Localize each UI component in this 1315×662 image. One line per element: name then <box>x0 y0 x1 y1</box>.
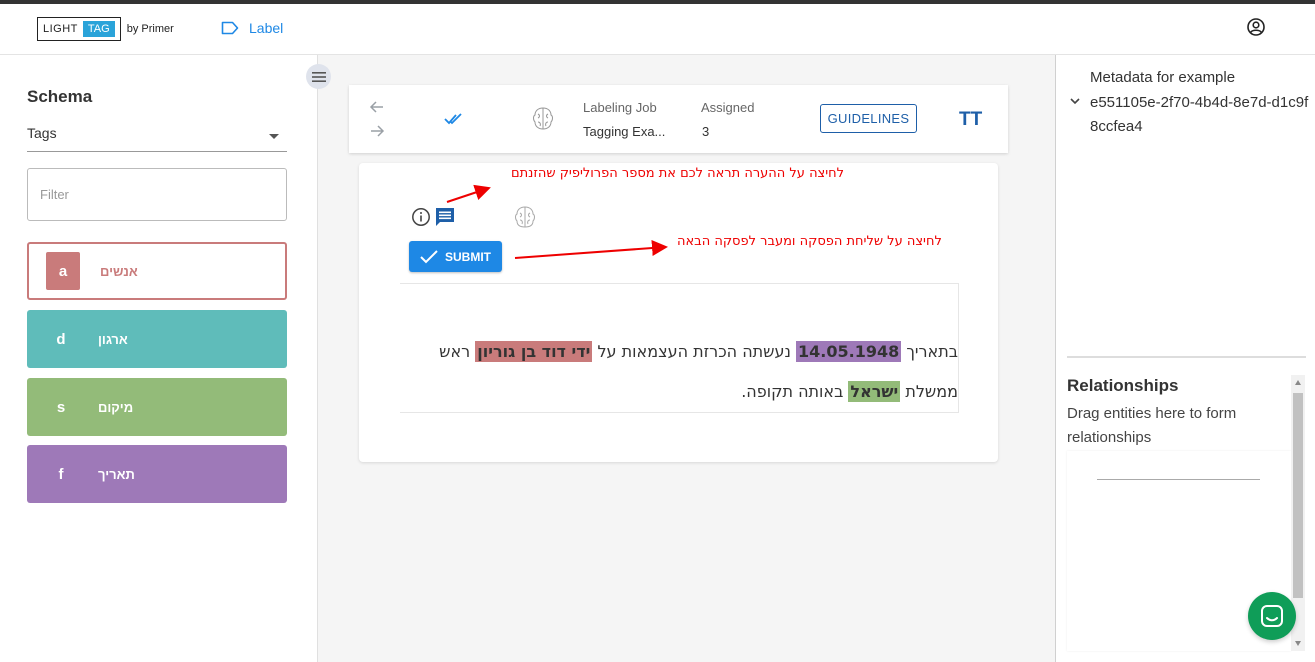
relationships-hint: Drag entities here to form relationships <box>1067 405 1237 446</box>
scroll-down-arrow-icon[interactable] <box>1295 641 1301 646</box>
tag-hotkey: s <box>56 398 66 416</box>
app-bar: LIGHT TAG by Primer Label <box>0 4 1315 55</box>
assigned-count: 3 <box>702 124 710 139</box>
job-toolbar: Labeling Job Tagging Exa... Assigned 3 G… <box>349 85 1008 153</box>
tag-item-date[interactable]: f תאריך <box>27 445 287 503</box>
logo-tag-text: TAG <box>82 21 115 37</box>
comment-icon[interactable] <box>434 206 456 228</box>
tag-label: תאריך <box>98 466 135 482</box>
job-name: Tagging Exa... <box>583 124 666 139</box>
text-segment: ראש <box>439 342 476 361</box>
collapse-sidebar-button[interactable] <box>306 64 331 89</box>
annotation-comment-hint: לחיצה על ההערה תראה לכם את מספר הפרוליפי… <box>511 166 845 181</box>
job-label: Labeling Job <box>583 100 657 115</box>
brain-icon <box>533 107 553 130</box>
details-panel: Metadata for example e551105e-2f70-4b4d-… <box>1055 55 1315 662</box>
example-card: SUBMIT בתאריך 14.05.1948 נעשתה הכרזת העצ… <box>359 163 998 462</box>
metadata-title: Metadata for example <box>1090 69 1236 86</box>
schema-type-value: Tags <box>27 125 57 141</box>
label-tag-icon <box>221 21 239 35</box>
tag-label: ארגון <box>98 331 128 347</box>
text-segment: באותה תקופה. <box>741 382 849 401</box>
schema-title: Schema <box>27 87 93 106</box>
font-size-icon[interactable]: TT <box>959 109 982 131</box>
text-segment: נעשתה הכרזת העצמאות על <box>592 342 797 361</box>
text-segment: בתאריך <box>901 342 958 361</box>
tag-item-location[interactable]: s מיקום <box>27 378 287 436</box>
example-text-area: בתאריך 14.05.1948 נעשתה הכרזת העצמאות על… <box>400 283 959 413</box>
tag-hotkey: a <box>46 252 80 290</box>
scroll-up-arrow-icon[interactable] <box>1295 380 1301 385</box>
chat-launcher-button[interactable] <box>1248 592 1296 640</box>
metadata-example-id: e551105e-2f70-4b4d-8e7d-d1c9f8ccfea4 <box>1090 94 1309 135</box>
annotation-submit-hint: לחיצה על שליחת הפסקה ומעבר לפסקה הבאה <box>677 234 942 249</box>
info-icon[interactable] <box>411 207 431 227</box>
chevron-down-icon[interactable] <box>1070 97 1080 105</box>
done-all-icon[interactable] <box>444 112 464 126</box>
lighttag-logo[interactable]: LIGHT TAG by Primer <box>37 17 174 41</box>
entity-span-person[interactable]: ידי דוד בן גוריון <box>475 341 593 362</box>
logo-by-text: by Primer <box>126 23 174 35</box>
panel-divider <box>1067 356 1306 358</box>
arrow-back-icon[interactable] <box>369 99 385 115</box>
nav-label-text: Label <box>249 20 284 36</box>
filter-input[interactable] <box>27 168 287 221</box>
entity-span-date[interactable]: 14.05.1948 <box>796 341 902 362</box>
relationships-title: Relationships <box>1067 376 1179 395</box>
tag-hotkey: f <box>58 465 64 483</box>
nav-label-link[interactable]: Label <box>221 20 283 36</box>
logo-box: LIGHT TAG <box>37 17 121 41</box>
text-line: בתאריך 14.05.1948 נעשתה הכרזת העצמאות על… <box>439 341 958 362</box>
tag-label: אנשים <box>100 263 138 279</box>
assigned-label: Assigned <box>701 100 755 115</box>
entity-span-location[interactable]: ישראל <box>848 381 901 402</box>
logo-light-text: LIGHT <box>43 23 78 35</box>
scrollbar-thumb[interactable] <box>1293 393 1303 598</box>
tag-item-organization[interactable]: d ארגון <box>27 310 287 368</box>
submit-button[interactable]: SUBMIT <box>409 241 502 272</box>
brain-icon <box>515 206 535 228</box>
arrow-forward-icon[interactable] <box>369 123 385 139</box>
submit-label: SUBMIT <box>445 249 491 264</box>
check-icon <box>420 249 438 263</box>
menu-icon <box>311 71 326 82</box>
tag-item-people[interactable]: a אנשים <box>27 242 287 300</box>
text-line: ממשלת ישראל באותה תקופה. <box>741 381 958 402</box>
chat-bubble-icon <box>1261 605 1283 627</box>
guidelines-button[interactable]: GUIDELINES <box>820 104 917 133</box>
schema-type-select[interactable]: Tags <box>27 125 287 152</box>
dropdown-caret-icon <box>269 134 279 139</box>
tag-hotkey: d <box>56 330 66 348</box>
text-segment: ממשלת <box>900 382 958 401</box>
schema-sidebar: Schema Tags a אנשים d ארגון s מיקום f תא… <box>0 55 318 662</box>
relationship-placeholder-line <box>1097 479 1260 480</box>
tag-label: מיקום <box>98 399 134 415</box>
account-circle-icon[interactable] <box>1246 17 1266 37</box>
